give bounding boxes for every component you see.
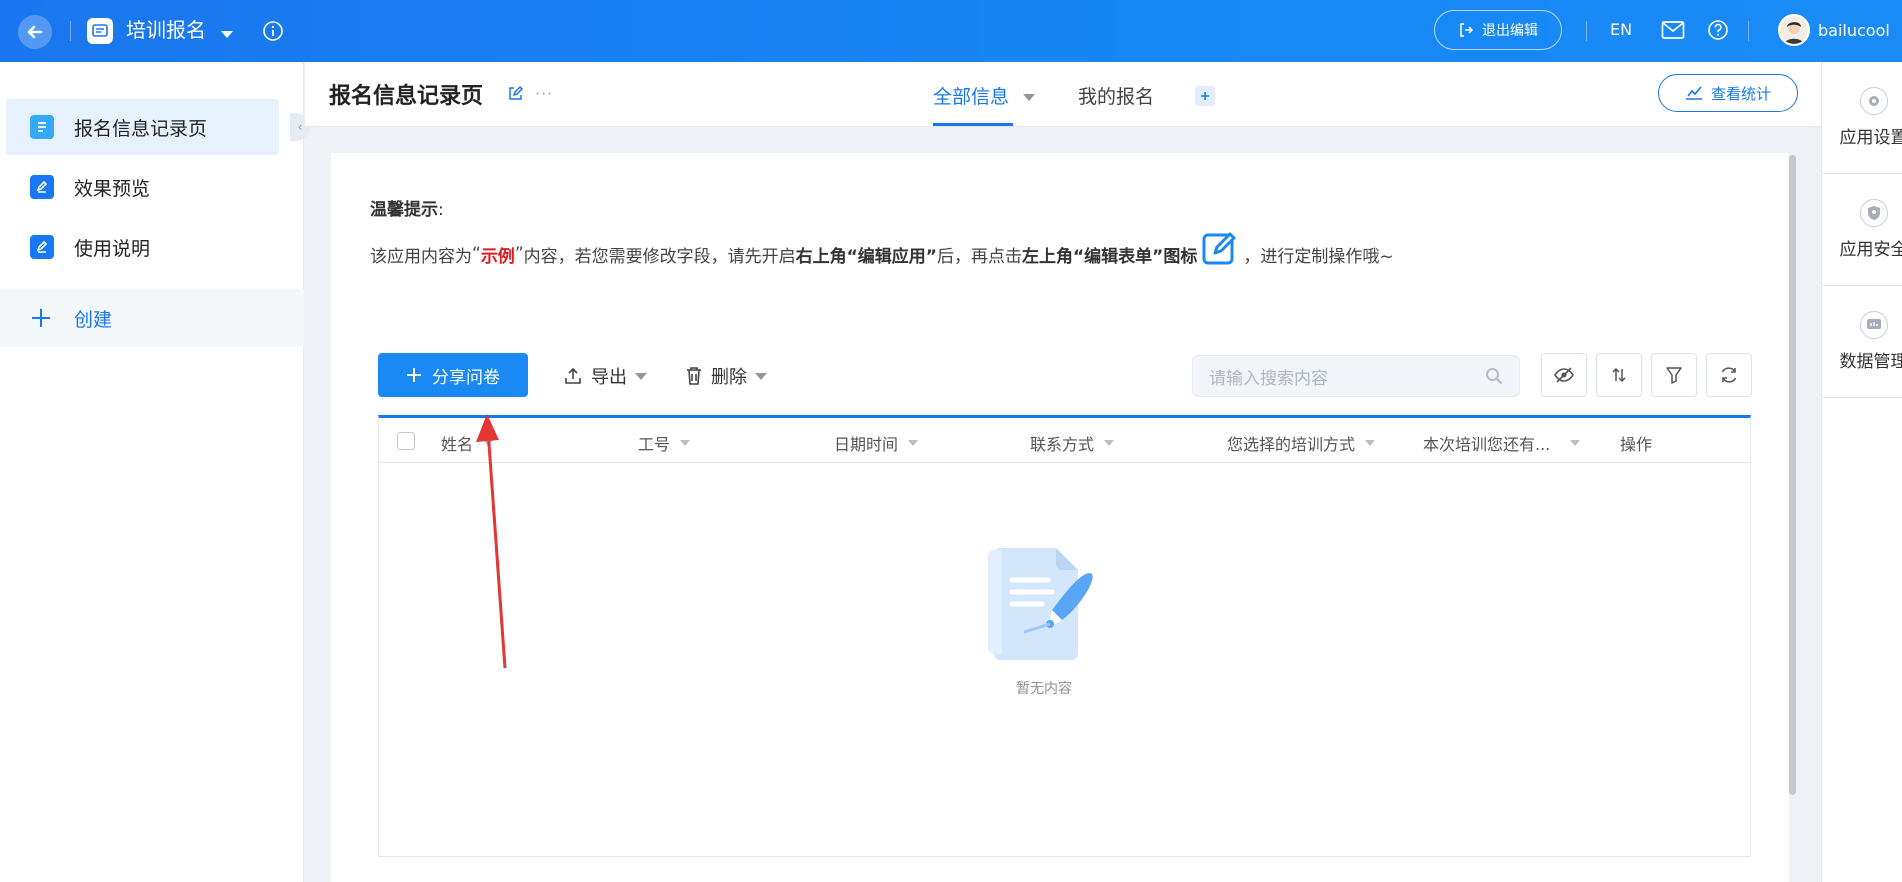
annotation-arrow-icon [476, 414, 507, 669]
